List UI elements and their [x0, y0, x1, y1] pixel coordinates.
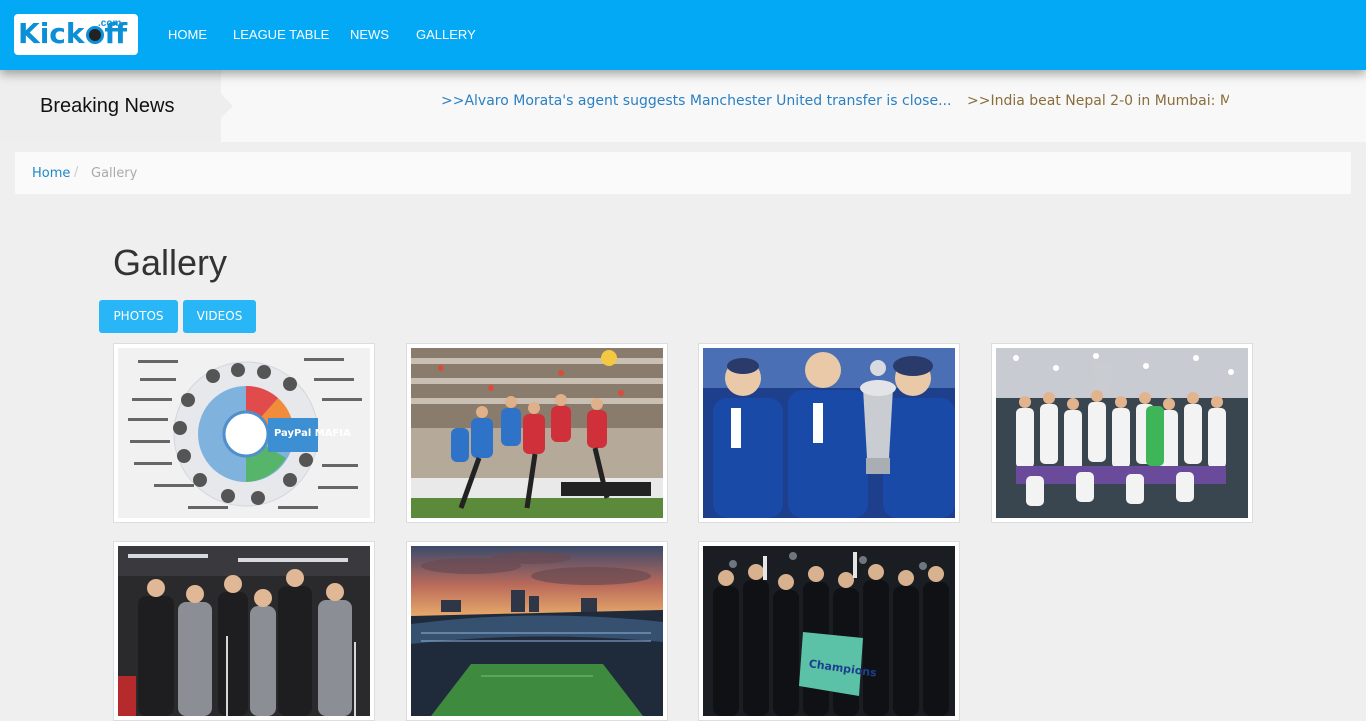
infographic-image: PayPal MAFIA	[118, 348, 370, 518]
gallery-photo[interactable]	[113, 541, 375, 721]
ticker-item-1[interactable]: >>Alvaro Morata's agent suggests Manches…	[441, 93, 951, 109]
gallery-photo[interactable]	[406, 343, 668, 523]
breadcrumb-home-link[interactable]: Home	[32, 166, 70, 181]
breadcrumb-current: Gallery	[91, 166, 138, 181]
breadcrumb-separator: /	[74, 165, 79, 180]
photo-players-tunnel	[118, 546, 370, 716]
photo-team-celebration: Champions	[703, 546, 955, 716]
ticker-item-2[interactable]: >>India beat Nepal 2-0 in Mumbai: Match …	[967, 93, 1229, 109]
nav-home[interactable]: HOME	[168, 27, 207, 42]
breaking-news-label-box: Breaking News	[0, 70, 233, 142]
gallery-photo[interactable]: PayPal MAFIA	[113, 343, 375, 523]
breaking-news-title: Breaking News	[40, 95, 175, 117]
photo-paypal-infographic: PayPal MAFIA	[118, 348, 370, 518]
gallery-photo[interactable]	[406, 541, 668, 721]
match-action-image	[411, 348, 663, 518]
tab-videos[interactable]: VIDEOS	[183, 300, 256, 333]
top-navbar: Kick ff .com HOME LEAGUE TABLE NEWS GALLE…	[0, 0, 1366, 70]
photo-match-action	[411, 348, 663, 518]
tab-photos[interactable]: PHOTOS	[99, 300, 178, 333]
nav-league-table[interactable]: LEAGUE TABLE	[233, 27, 329, 42]
photo-chelsea-trophy	[703, 348, 955, 518]
site-logo[interactable]: Kick ff .com	[14, 14, 138, 55]
page-title: Gallery	[113, 242, 228, 283]
real-madrid-team-image	[996, 348, 1248, 518]
photo-real-madrid-team	[996, 348, 1248, 518]
logo-text-start: Kick	[18, 17, 85, 50]
breaking-news-bar: Breaking News >>Alvaro Morata's agent su…	[0, 70, 1366, 142]
team-celebration-image: Champions	[703, 546, 955, 716]
gallery-photo[interactable]	[991, 343, 1253, 523]
gallery-photo[interactable]	[698, 343, 960, 523]
stadium-sunset-image	[411, 546, 663, 716]
infographic-caption: PayPal MAFIA	[274, 428, 351, 439]
chelsea-trophy-image	[703, 348, 955, 518]
players-tunnel-image	[118, 546, 370, 716]
photo-stadium-sunset	[411, 546, 663, 716]
news-ticker: >>Alvaro Morata's agent suggests Manches…	[438, 92, 1229, 114]
nav-gallery[interactable]: GALLERY	[416, 27, 476, 42]
logo-suffix: .com	[98, 18, 122, 29]
gallery-photo[interactable]: Champions	[698, 541, 960, 721]
nav-news[interactable]: NEWS	[350, 27, 389, 42]
breadcrumb: Home / Gallery	[15, 152, 1351, 194]
